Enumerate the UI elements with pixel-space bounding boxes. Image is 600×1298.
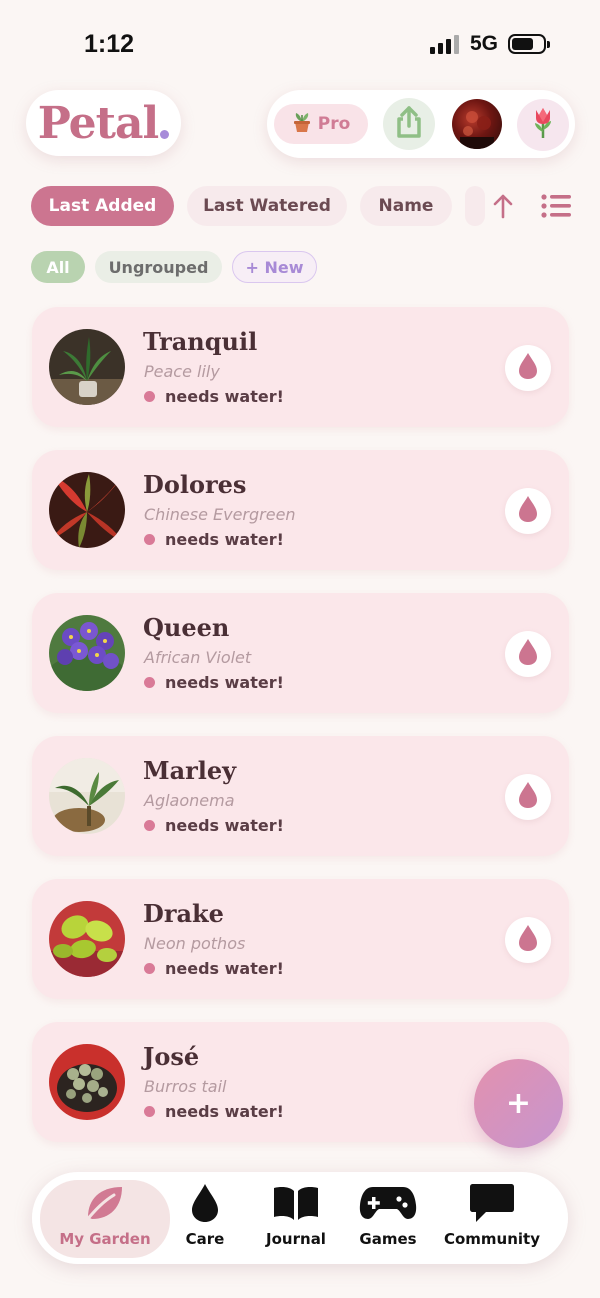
leaf-icon — [82, 1182, 128, 1224]
plant-name: Tranquil — [143, 327, 258, 356]
plant-name: José — [143, 1042, 200, 1071]
plant-status: needs water! — [144, 816, 284, 835]
list-view-button[interactable] — [540, 192, 572, 220]
status-text: needs water! — [165, 530, 284, 549]
share-icon — [394, 105, 424, 143]
plant-name: Dolores — [143, 470, 247, 499]
status-dot — [144, 1106, 155, 1117]
status-dot — [144, 677, 155, 688]
plant-species: Neon pothos — [144, 934, 246, 953]
plant-name: Drake — [143, 899, 224, 928]
share-button[interactable] — [383, 98, 435, 150]
sort-direction-button[interactable] — [490, 192, 516, 220]
plant-status: needs water! — [144, 530, 284, 549]
status-dot — [144, 963, 155, 974]
tab-label: Journal — [266, 1230, 326, 1248]
book-icon — [272, 1182, 320, 1224]
water-button[interactable] — [505, 631, 551, 677]
water-drop-icon — [190, 1182, 220, 1224]
sort-last-watered[interactable]: Last Watered — [187, 186, 347, 226]
profile-avatar[interactable] — [452, 99, 502, 149]
plant-species: Chinese Evergreen — [144, 505, 296, 524]
plant-card[interactable]: Drake Neon pothos needs water! — [32, 879, 569, 999]
plant-photo — [49, 1044, 125, 1120]
plant-photo — [49, 615, 125, 691]
plant-card[interactable]: Tranquil Peace lily needs water! — [32, 307, 569, 427]
status-time: 1:12 — [84, 30, 135, 58]
status-dot — [144, 534, 155, 545]
plant-status: needs water! — [144, 1102, 284, 1121]
water-button[interactable] — [505, 345, 551, 391]
plant-photo — [49, 901, 125, 977]
plant-status: needs water! — [144, 673, 284, 692]
logo-dot — [160, 129, 170, 139]
plus-icon: + — [505, 1085, 532, 1121]
app-logo: Petal — [26, 90, 181, 156]
group-new-button[interactable]: + New — [232, 251, 317, 283]
plant-name: Marley — [143, 756, 237, 785]
plant-species: Burros tail — [144, 1077, 227, 1096]
sort-name[interactable]: Name — [360, 186, 452, 226]
tab-games[interactable]: Games — [354, 1180, 422, 1258]
water-drop-icon — [517, 923, 539, 957]
plant-card[interactable]: Marley Aglaonema needs water! — [32, 736, 569, 856]
status-dot — [144, 820, 155, 831]
tab-label: My Garden — [59, 1230, 151, 1248]
status-text: needs water! — [165, 959, 284, 978]
plant-photo — [49, 329, 125, 405]
logo-text: Petal — [37, 97, 159, 149]
status-text: needs water! — [165, 387, 284, 406]
water-drop-icon — [517, 351, 539, 385]
group-all[interactable]: All — [31, 251, 85, 283]
pro-button[interactable]: Pro — [274, 104, 368, 144]
tab-journal[interactable]: Journal — [262, 1180, 330, 1258]
plant-species: Aglaonema — [144, 791, 235, 810]
status-text: needs water! — [165, 816, 284, 835]
plant-name: Queen — [143, 613, 230, 642]
tab-label: Games — [359, 1230, 417, 1248]
plant-photo — [49, 758, 125, 834]
status-bar: 1:12 5G — [0, 0, 600, 80]
status-dot — [144, 391, 155, 402]
list-view-icon — [540, 194, 572, 224]
plant-photo — [49, 472, 125, 548]
battery-icon — [508, 34, 550, 54]
status-text: needs water! — [165, 1102, 284, 1121]
sort-more-chip[interactable] — [465, 186, 485, 226]
tab-label: Care — [185, 1230, 225, 1248]
chat-bubble-icon — [468, 1182, 516, 1224]
plant-status: needs water! — [144, 387, 284, 406]
gamepad-icon — [359, 1182, 417, 1224]
plant-species: Peace lily — [144, 362, 220, 381]
plant-species: African Violet — [144, 648, 252, 667]
group-ungrouped[interactable]: Ungrouped — [95, 251, 222, 283]
plant-card[interactable]: Dolores Chinese Evergreen needs water! — [32, 450, 569, 570]
water-drop-icon — [517, 780, 539, 814]
water-drop-icon — [517, 494, 539, 528]
pro-label: Pro — [317, 114, 351, 134]
water-drop-icon — [517, 637, 539, 671]
tab-label: Community — [443, 1230, 541, 1248]
plant-status: needs water! — [144, 959, 284, 978]
water-button[interactable] — [505, 917, 551, 963]
arrow-up-icon — [490, 194, 516, 224]
status-text: needs water! — [165, 673, 284, 692]
tab-care[interactable]: Care — [176, 1180, 234, 1258]
tulip-button[interactable] — [517, 99, 569, 151]
network-label: 5G — [470, 32, 499, 55]
potted-plant-icon — [292, 111, 312, 138]
tab-community[interactable]: Community — [440, 1180, 544, 1258]
plant-card[interactable]: Queen African Violet needs water! — [32, 593, 569, 713]
add-plant-button[interactable]: + — [474, 1059, 563, 1148]
tulip-icon — [529, 106, 557, 144]
signal-icon — [430, 34, 459, 54]
tab-my-garden[interactable]: My Garden — [40, 1180, 170, 1258]
water-button[interactable] — [505, 488, 551, 534]
sort-last-added[interactable]: Last Added — [31, 186, 174, 226]
water-button[interactable] — [505, 774, 551, 820]
